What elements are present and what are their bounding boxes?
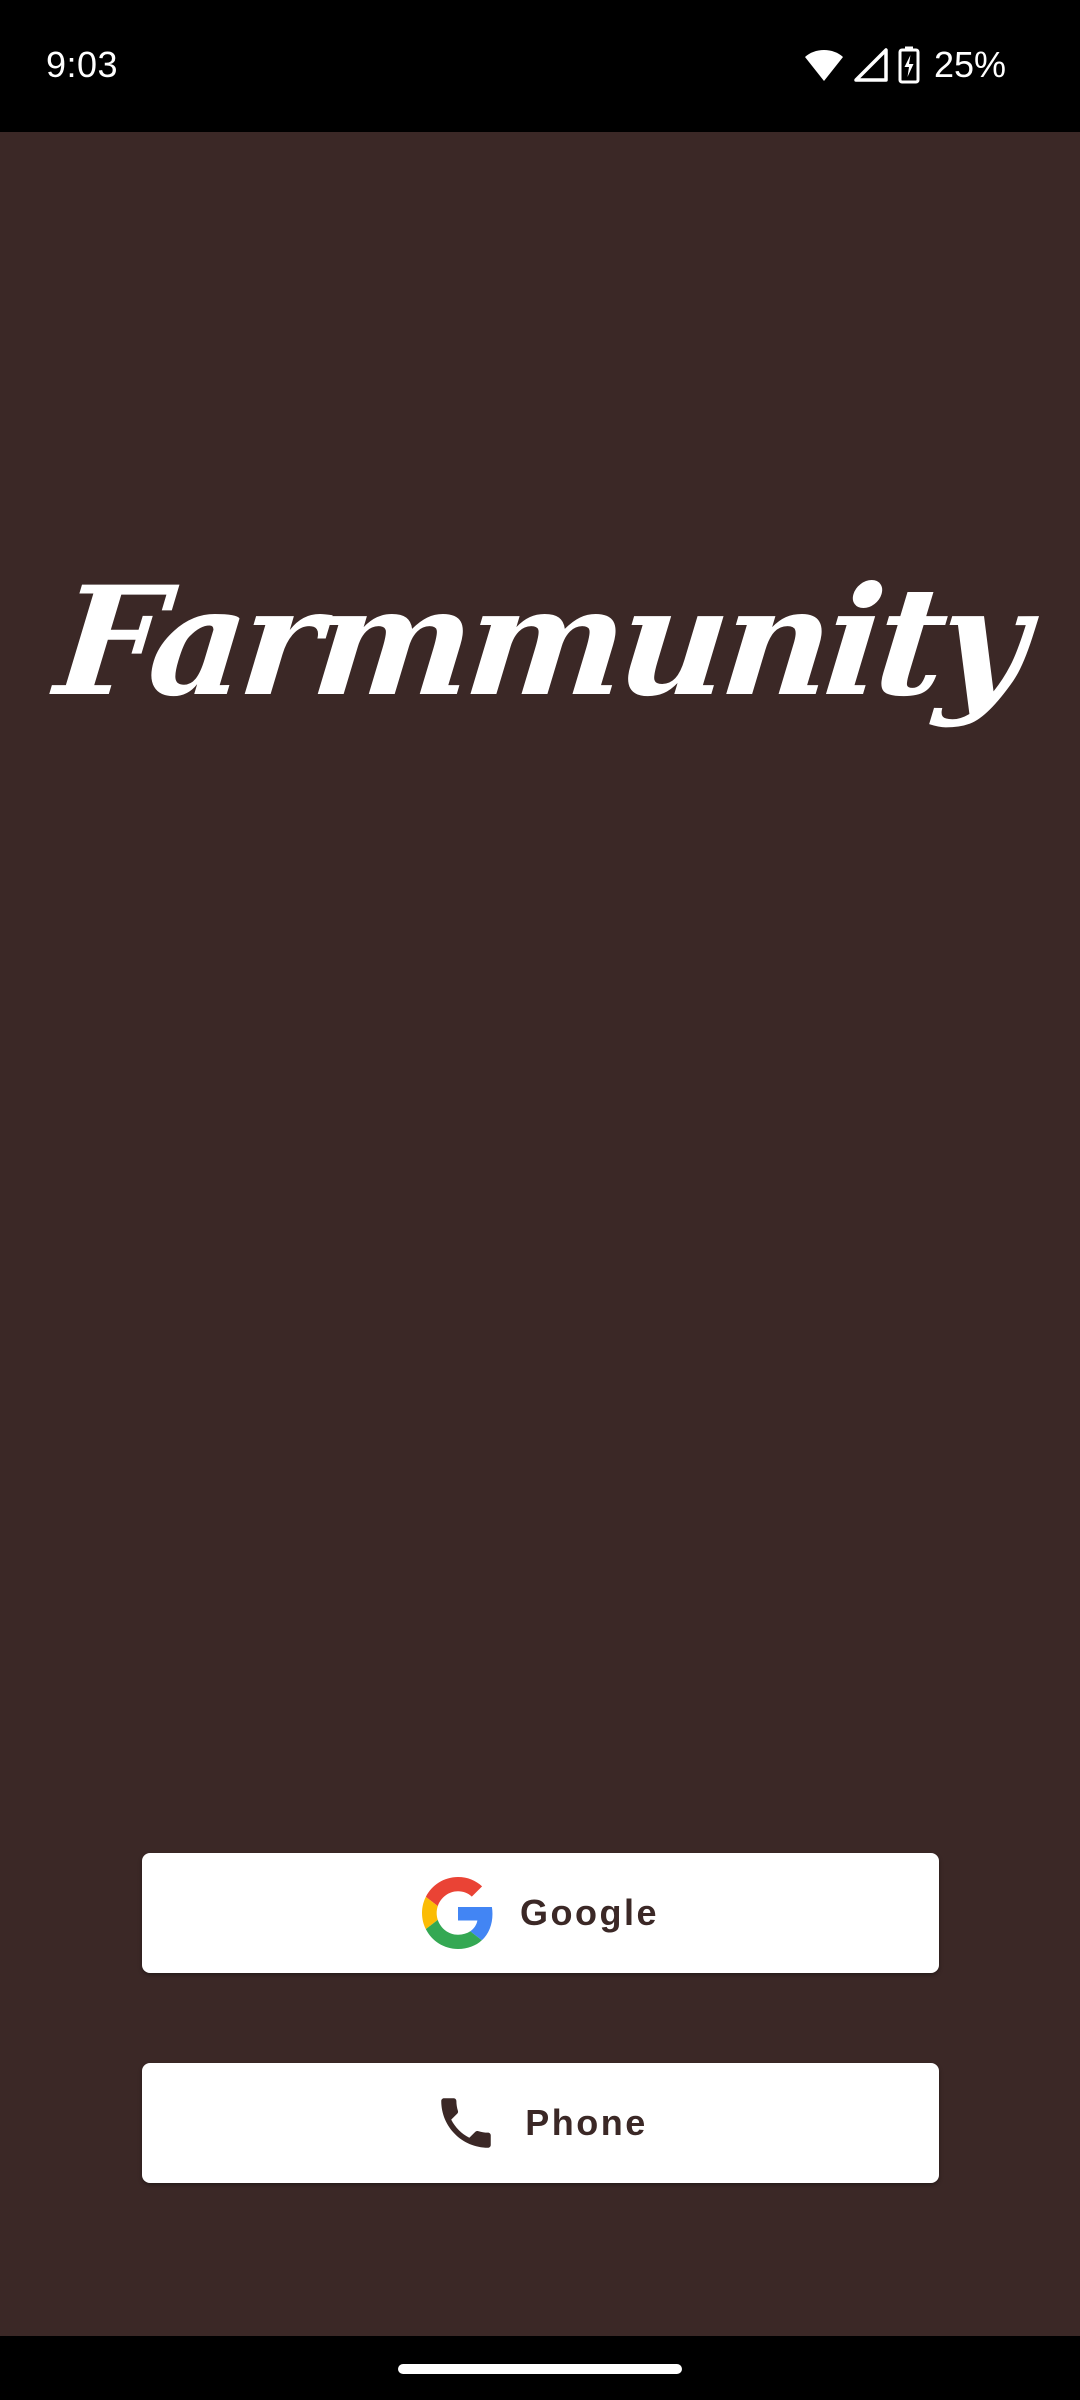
welcome-screen: Farmmunity Google Phone bbox=[0, 132, 1080, 2336]
signal-icon bbox=[854, 48, 888, 82]
status-time: 9:03 bbox=[46, 44, 119, 85]
battery-percent: 25% bbox=[933, 44, 1006, 85]
phone-sign-in-button[interactable]: Phone bbox=[142, 2063, 939, 2183]
battery-charging-icon bbox=[898, 46, 920, 84]
google-button-label: Google bbox=[520, 1892, 659, 1933]
app-logo: Farmmunity bbox=[49, 554, 1031, 730]
phone-icon bbox=[433, 2090, 499, 2156]
home-indicator[interactable] bbox=[398, 2364, 682, 2374]
wifi-icon bbox=[804, 48, 844, 82]
phone-button-label: Phone bbox=[525, 2102, 648, 2143]
status-icons: 25% bbox=[804, 40, 1006, 90]
google-sign-in-button[interactable]: Google bbox=[142, 1853, 939, 1973]
status-bar: 9:03 25% bbox=[0, 0, 1080, 132]
navigation-bar bbox=[0, 2336, 1080, 2400]
google-logo-icon bbox=[422, 1877, 494, 1949]
